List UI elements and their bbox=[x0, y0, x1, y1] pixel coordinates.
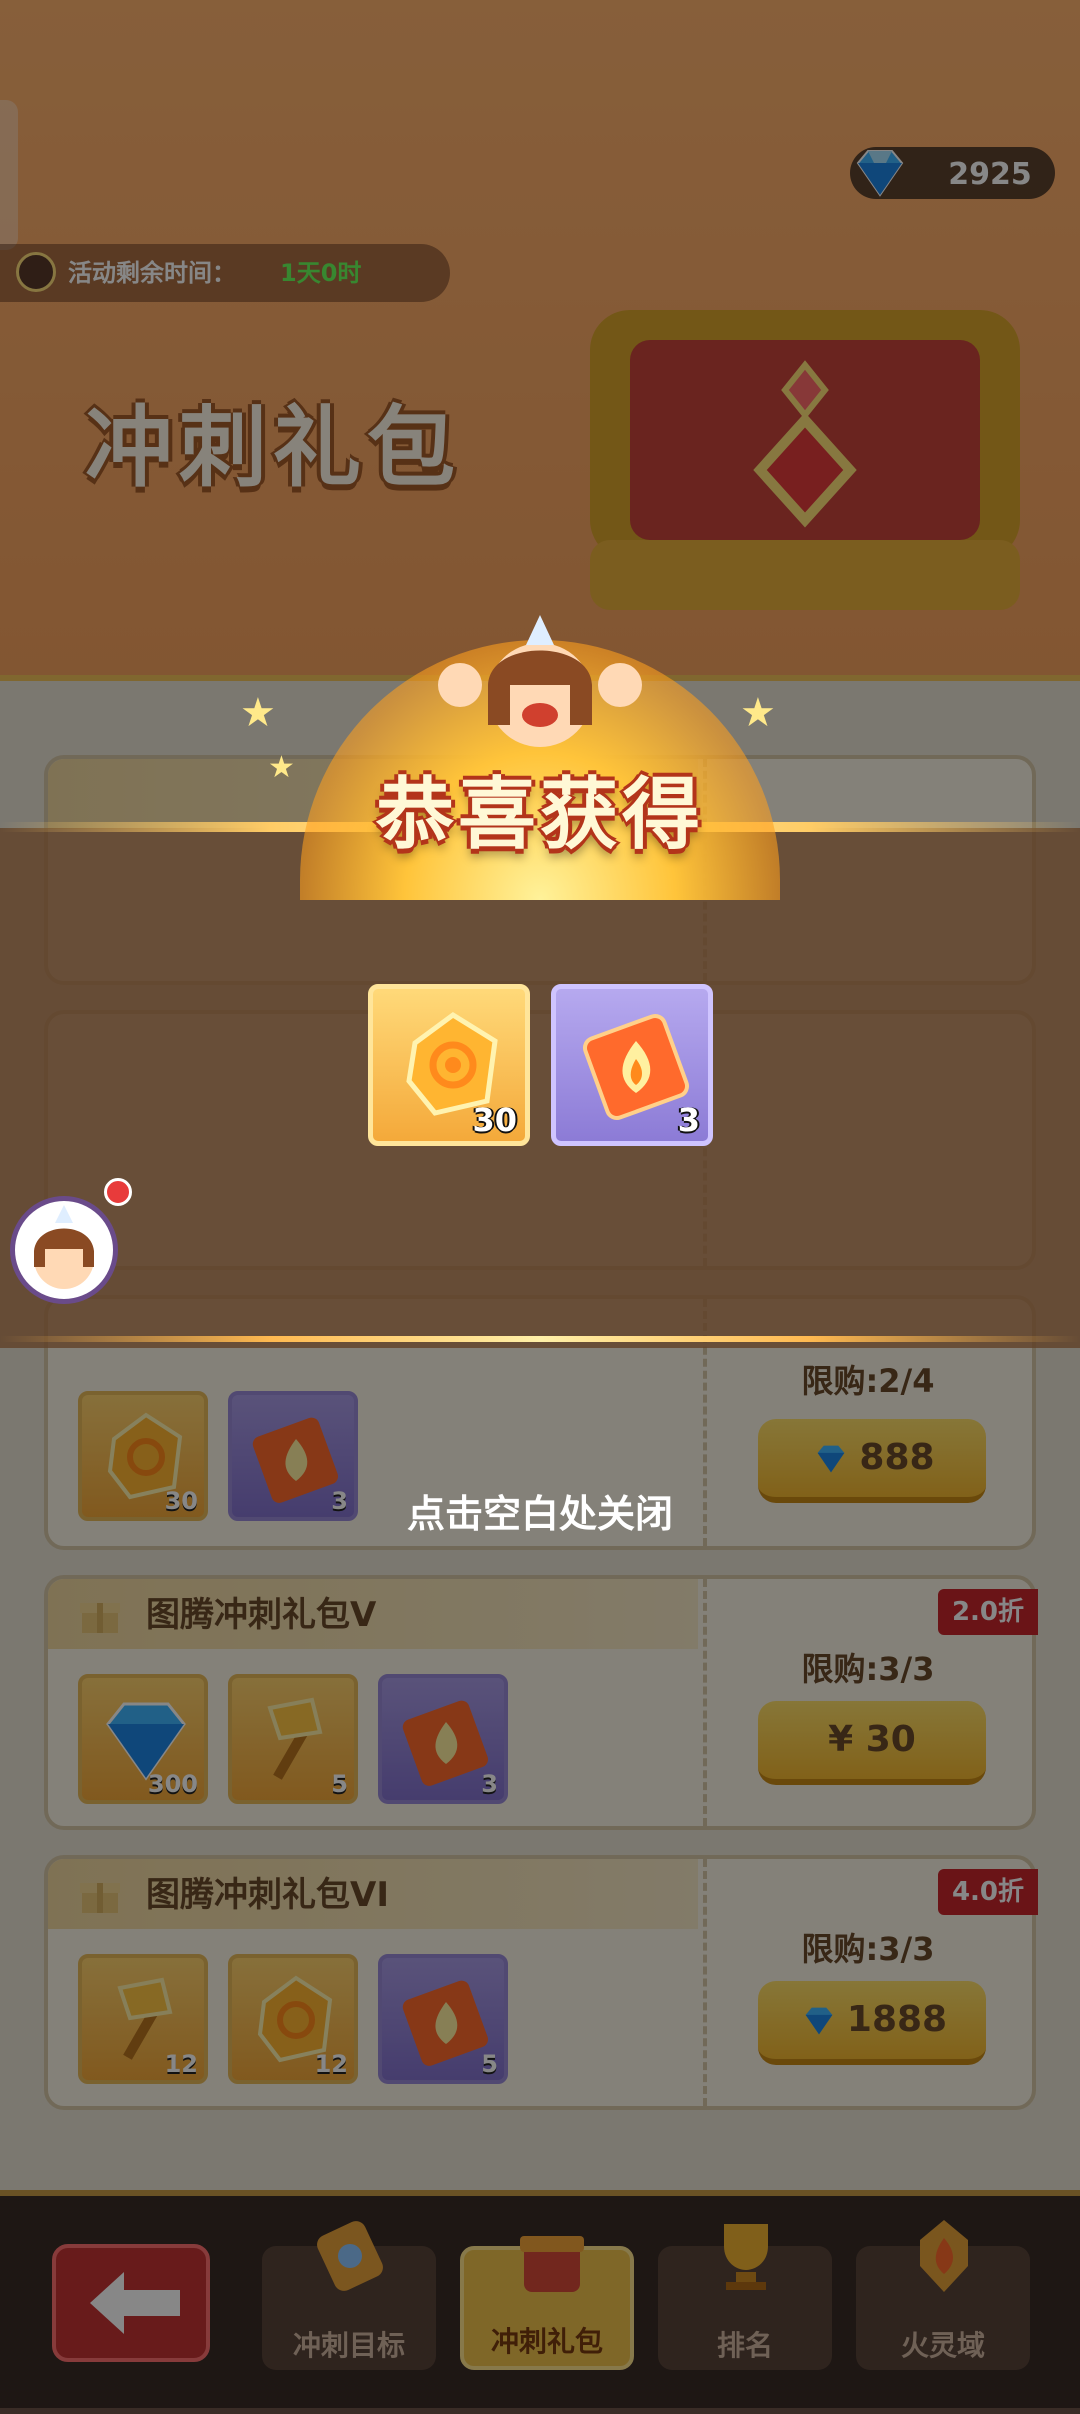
reward-count: 3 bbox=[677, 1101, 700, 1139]
reward-banner bbox=[0, 828, 1080, 1348]
close-hint[interactable]: 点击空白处关闭 bbox=[340, 1487, 740, 1541]
sparkle-icon: ★ bbox=[740, 690, 776, 736]
hero-character-icon bbox=[438, 615, 642, 747]
notification-dot bbox=[104, 1178, 132, 1206]
reward-slot[interactable]: 30 bbox=[368, 984, 530, 1146]
popup-title: 恭喜获得 bbox=[375, 770, 704, 860]
sparkle-icon: ★ bbox=[240, 690, 276, 736]
fire-ticket-icon bbox=[582, 1013, 690, 1121]
sparkle-icon: ★ bbox=[268, 750, 295, 785]
avatar[interactable] bbox=[10, 1196, 118, 1304]
reward-slot[interactable]: 3 bbox=[551, 984, 713, 1146]
reward-count: 30 bbox=[472, 1101, 517, 1139]
avatar-face-icon bbox=[34, 1205, 94, 1289]
banner-edge-bottom bbox=[0, 1336, 1080, 1342]
